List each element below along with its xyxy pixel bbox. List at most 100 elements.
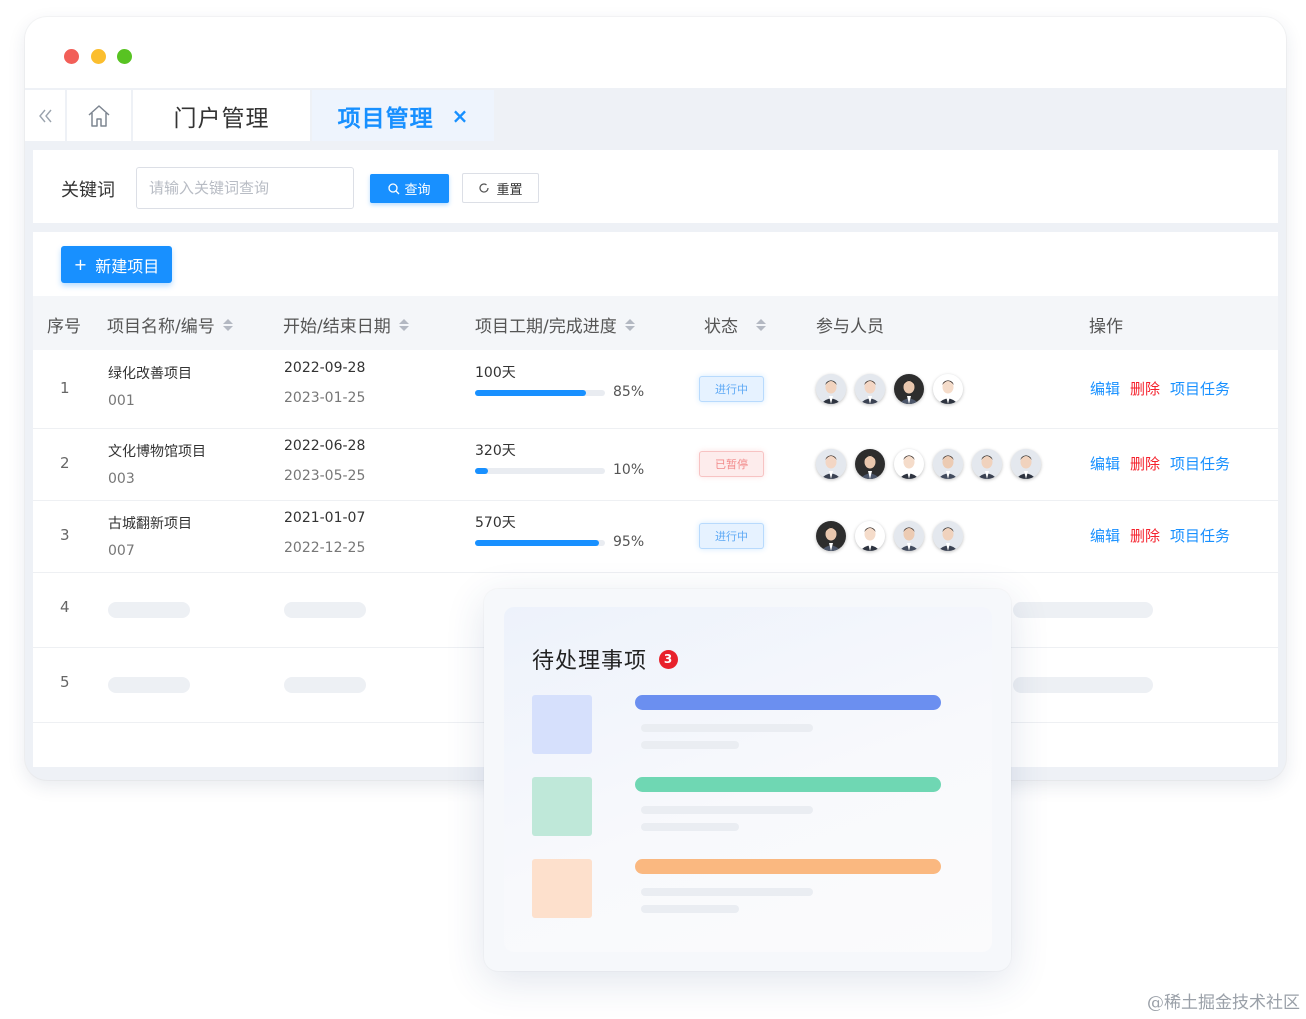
query-button[interactable]: 查询 — [370, 174, 449, 203]
col-status[interactable]: 状态 — [704, 312, 766, 337]
row-actions: 编辑 删除 项目任务 — [1090, 453, 1230, 474]
skeleton-placeholder — [108, 601, 190, 618]
todo-title-bar — [635, 777, 941, 792]
tab-projects-label: 项目管理 — [337, 105, 434, 132]
sort-icon[interactable] — [624, 318, 635, 331]
edit-link[interactable]: 编辑 — [1090, 525, 1120, 546]
col-members: 参与人员 — [816, 312, 884, 337]
project-name[interactable]: 文化博物馆项目 — [108, 441, 206, 461]
search-panel: 关键词 查询 重置 — [33, 150, 1278, 223]
col-index: 序号 — [47, 312, 81, 337]
watermark: @稀土掘金技术社区 — [1147, 993, 1300, 1013]
pending-tasks-title-text: 待处理事项 — [532, 649, 648, 674]
col-name-label: 项目名称/编号 — [107, 317, 215, 337]
member-avatars — [816, 449, 1041, 479]
collapse-button[interactable] — [25, 90, 65, 141]
col-dates[interactable]: 开始/结束日期 — [283, 312, 409, 337]
edit-link[interactable]: 编辑 — [1090, 453, 1120, 474]
row-index: 3 — [60, 526, 70, 544]
project-name[interactable]: 绿化改善项目 — [108, 363, 192, 383]
minimize-window-button[interactable] — [91, 49, 106, 64]
project-code: 003 — [108, 471, 135, 487]
avatar[interactable] — [855, 521, 885, 551]
progress-percent: 95% — [613, 534, 645, 550]
progress-bar — [475, 468, 605, 474]
todo-line — [641, 806, 813, 814]
close-window-button[interactable] — [64, 49, 79, 64]
project-tasks-link[interactable]: 项目任务 — [1170, 453, 1230, 474]
start-date: 2022-06-28 — [284, 438, 366, 454]
search-input[interactable] — [136, 167, 354, 209]
search-icon — [388, 182, 400, 194]
avatar[interactable] — [816, 521, 846, 551]
avatar[interactable] — [855, 449, 885, 479]
table-header: 序号 项目名称/编号 开始/结束日期 项目工期/完成进度 状态 参与人员 操作 — [33, 296, 1278, 350]
status-badge: 已暂停 — [699, 451, 764, 477]
progress-fill — [475, 468, 488, 474]
todo-line — [641, 823, 739, 831]
sort-icon[interactable] — [756, 318, 766, 331]
project-name[interactable]: 古城翻新项目 — [108, 513, 192, 533]
todo-line — [641, 905, 739, 913]
project-tasks-link[interactable]: 项目任务 — [1170, 378, 1230, 399]
tab-portal-label: 门户管理 — [173, 105, 270, 132]
avatar[interactable] — [933, 521, 963, 551]
avatar[interactable] — [855, 374, 885, 404]
tab-close-icon[interactable]: × — [452, 104, 469, 128]
col-progress[interactable]: 项目工期/完成进度 — [475, 312, 635, 337]
col-dates-label: 开始/结束日期 — [283, 317, 391, 337]
avatar[interactable] — [933, 374, 963, 404]
tab-projects[interactable]: 项目管理 × — [312, 90, 494, 141]
todo-line — [641, 741, 739, 749]
delete-link[interactable]: 删除 — [1130, 378, 1160, 399]
skeleton-placeholder — [1013, 601, 1153, 618]
delete-link[interactable]: 删除 — [1130, 525, 1160, 546]
progress-percent: 10% — [613, 462, 645, 478]
progress-fill — [475, 390, 586, 396]
col-index-label: 序号 — [47, 317, 81, 337]
title-bar — [25, 17, 1286, 88]
pending-tasks-title: 待处理事项 3 — [532, 643, 679, 675]
duration: 320天 — [475, 443, 516, 459]
col-name[interactable]: 项目名称/编号 — [107, 312, 233, 337]
todo-thumbnail — [532, 695, 592, 754]
avatar[interactable] — [972, 449, 1002, 479]
avatar[interactable] — [816, 374, 846, 404]
progress-fill — [475, 540, 599, 546]
reset-button[interactable]: 重置 — [462, 173, 539, 203]
avatar[interactable] — [816, 449, 846, 479]
avatar[interactable] — [894, 374, 924, 404]
pending-count-badge: 3 — [659, 649, 679, 669]
duration: 570天 — [475, 515, 516, 531]
col-members-label: 参与人员 — [816, 317, 884, 337]
tab-bar: 门户管理 项目管理 × — [25, 90, 1286, 141]
pending-tasks-card: 待处理事项 3 — [484, 589, 1011, 971]
sort-icon[interactable] — [398, 318, 409, 331]
avatar[interactable] — [894, 449, 924, 479]
sort-icon[interactable] — [222, 318, 233, 331]
pending-tasks-inner: 待处理事项 3 — [504, 607, 992, 952]
table-row: 1 绿化改善项目 001 2022-09-28 2023-01-25 100天 85% 进行中… — [33, 350, 1278, 429]
project-code: 001 — [108, 393, 135, 409]
row-index: 1 — [60, 379, 70, 397]
start-date: 2021-01-07 — [284, 510, 366, 526]
maximize-window-button[interactable] — [117, 49, 132, 64]
project-tasks-link[interactable]: 项目任务 — [1170, 525, 1230, 546]
avatar[interactable] — [894, 521, 924, 551]
query-button-label: 查询 — [404, 183, 431, 198]
avatar[interactable] — [933, 449, 963, 479]
delete-link[interactable]: 删除 — [1130, 453, 1160, 474]
skeleton-placeholder — [284, 676, 366, 693]
todo-thumbnail — [532, 777, 592, 836]
keyword-label: 关键词 — [61, 180, 115, 201]
home-tab[interactable] — [67, 90, 131, 141]
status-badge: 进行中 — [699, 376, 764, 402]
row-actions: 编辑 删除 项目任务 — [1090, 378, 1230, 399]
avatar[interactable] — [1011, 449, 1041, 479]
new-project-button[interactable]: + 新建项目 — [61, 246, 172, 283]
progress-bar — [475, 540, 605, 546]
home-icon — [88, 104, 110, 127]
edit-link[interactable]: 编辑 — [1090, 378, 1120, 399]
skeleton-placeholder — [284, 601, 366, 618]
tab-portal[interactable]: 门户管理 — [133, 90, 310, 141]
